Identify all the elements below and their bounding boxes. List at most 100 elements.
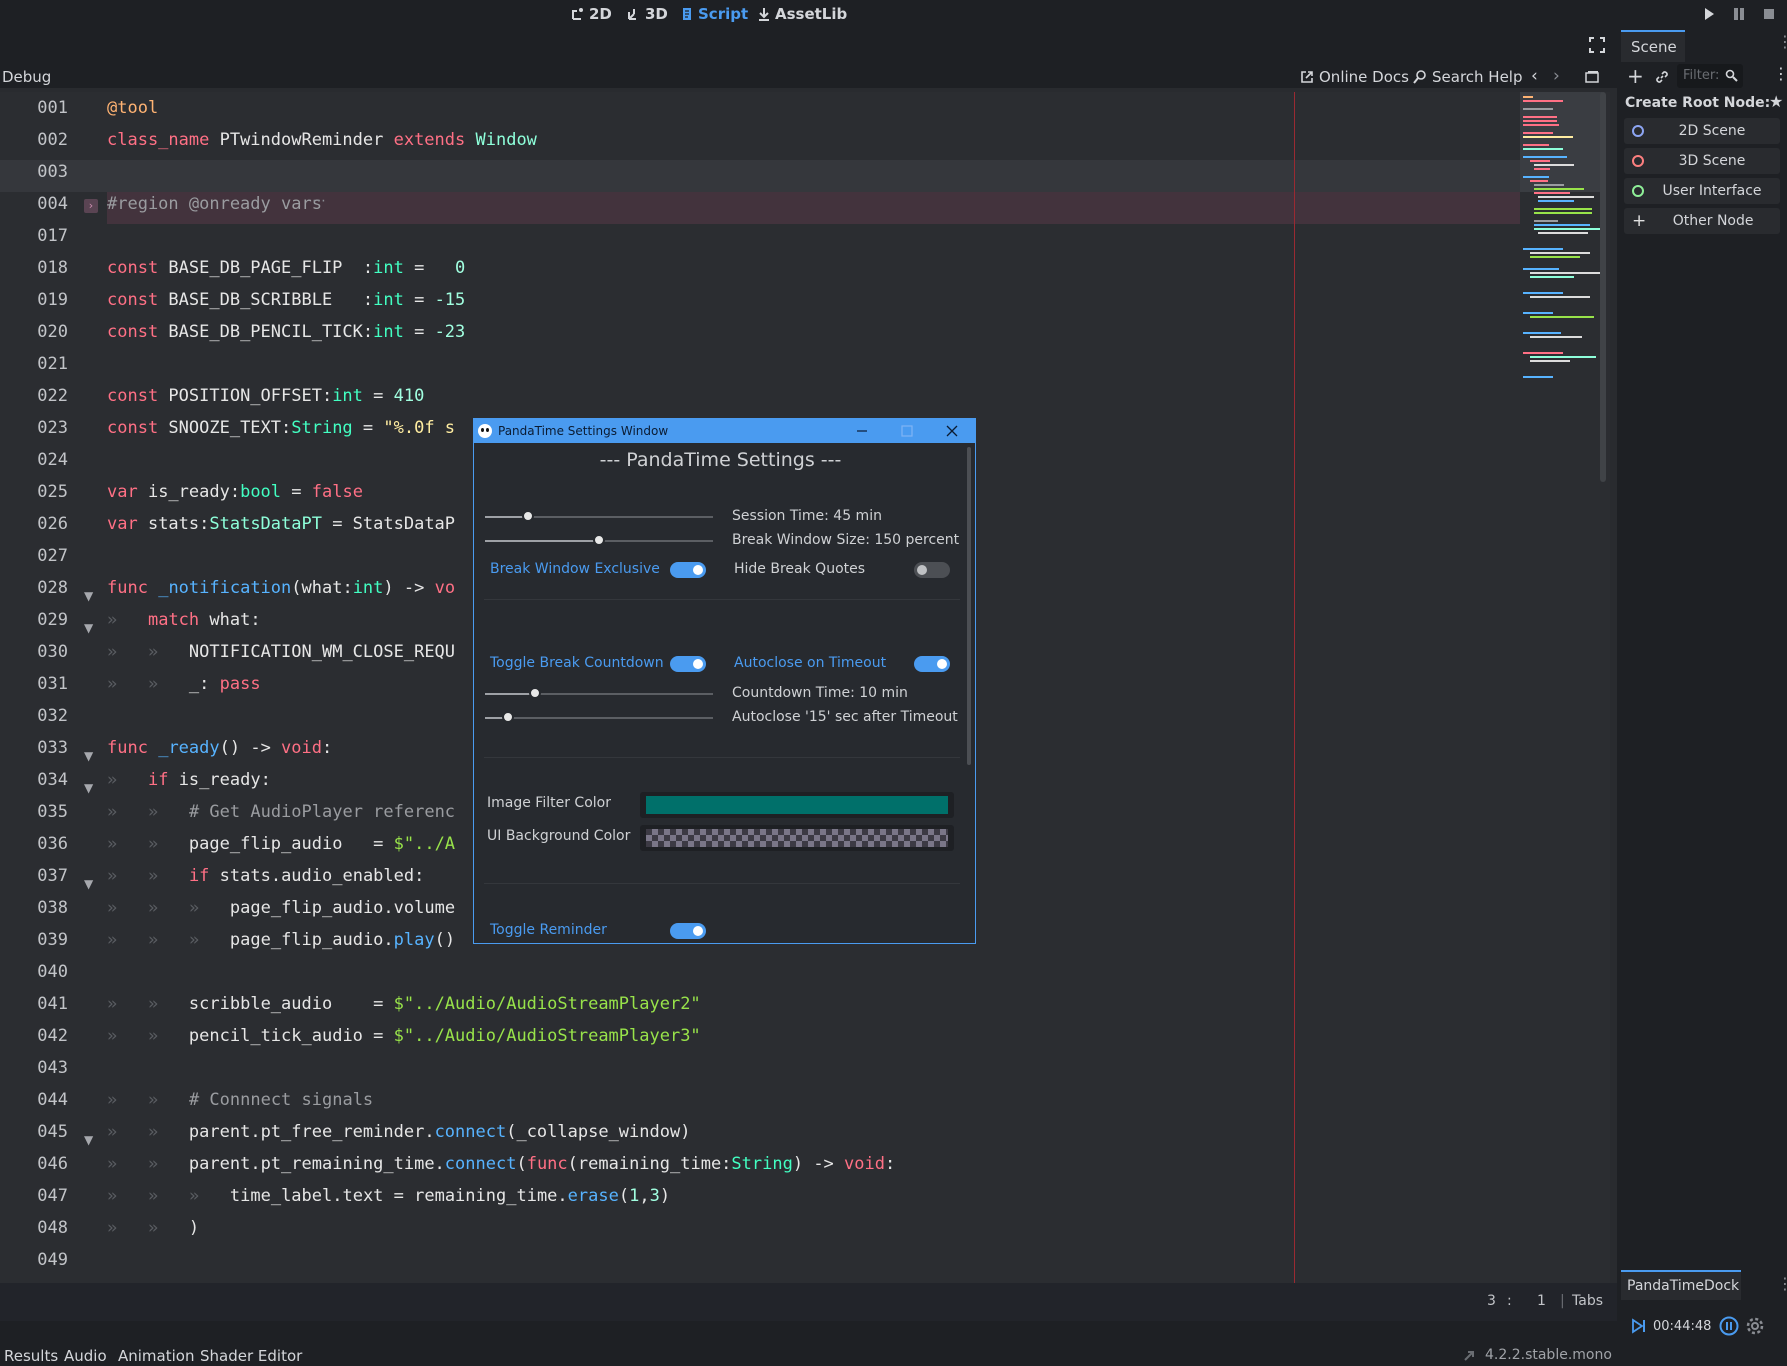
code-line[interactable]: func _notification(what:int) -> vo: [107, 572, 455, 604]
editor-scrollbar[interactable]: [1600, 92, 1606, 482]
code-line[interactable]: class_name PTwindowReminder extends Wind…: [107, 124, 537, 156]
code-line[interactable]: » » # Connnect signals: [107, 1084, 373, 1116]
code-line[interactable]: const BASE_DB_PAGE_FLIP :int = 0: [107, 252, 465, 284]
dock-menu-icon[interactable]: ⋮: [1777, 1274, 1787, 1293]
code-line[interactable]: » » » page_flip_audio.volume: [107, 892, 455, 924]
region-fold-icon[interactable]: ›: [84, 199, 98, 213]
code-line[interactable]: var is_ready:bool = false: [107, 476, 363, 508]
code-line[interactable]: » » if stats.audio_enabled:: [107, 860, 424, 892]
code-line[interactable]: const SNOOZE_TEXT:String = "%.0f s: [107, 412, 455, 444]
fold-arrow-icon[interactable]: ▼: [84, 1133, 93, 1147]
maximize-icon[interactable]: [901, 425, 913, 437]
help-search-icon: [1413, 70, 1426, 84]
scene-options-icon[interactable]: ⋮: [1773, 64, 1787, 83]
tab-3d[interactable]: 3D: [627, 4, 668, 24]
fullscreen-icon[interactable]: [1589, 37, 1605, 53]
play-icon[interactable]: [1702, 7, 1716, 21]
indent-mode[interactable]: Tabs: [1572, 1293, 1603, 1309]
code-line[interactable]: » » page_flip_audio = $"../A: [107, 828, 455, 860]
code-line[interactable]: » match what:: [107, 604, 261, 636]
fold-arrow-icon[interactable]: ▼: [84, 621, 93, 635]
gear-icon[interactable]: [1745, 1316, 1765, 1336]
pause-circle-icon[interactable]: [1719, 1316, 1739, 1336]
region-ellipsis-icon[interactable]: ⋯: [312, 193, 326, 209]
minimize-icon[interactable]: [856, 425, 868, 437]
stop-icon[interactable]: [1762, 7, 1776, 21]
code-line[interactable]: » » pencil_tick_audio = $"../Audio/Audio…: [107, 1020, 701, 1052]
code-line[interactable]: » » NOTIFICATION_WM_CLOSE_REQU: [107, 636, 455, 668]
code-line[interactable]: » » ): [107, 1212, 199, 1244]
line-number: 025: [37, 482, 68, 502]
line-number: 049: [37, 1250, 68, 1270]
debug-menu[interactable]: Debug: [2, 68, 51, 86]
code-line[interactable]: » » » page_flip_audio.play(): [107, 924, 455, 956]
ui-bg-color-picker[interactable]: [640, 825, 954, 851]
session-time-slider[interactable]: [485, 510, 713, 522]
link-icon[interactable]: [1655, 70, 1669, 84]
tab-audio[interactable]: Audio: [64, 1347, 107, 1365]
hide-quotes-toggle[interactable]: [914, 562, 950, 578]
settings-heading: --- PandaTime Settings ---: [599, 449, 842, 471]
pandatime-dock: PandaTimeDock ⋮ 00:44:48: [1617, 1270, 1787, 1366]
settings-window[interactable]: PandaTime Settings Window --- PandaTime …: [473, 418, 976, 944]
create-ui-button[interactable]: User Interface: [1624, 178, 1780, 204]
autoclose-toggle[interactable]: [914, 656, 950, 672]
chevron-right-icon[interactable]: ›: [1553, 66, 1560, 86]
scene-filter-input[interactable]: Filter:: [1677, 64, 1743, 88]
code-line[interactable]: func _ready() -> void:: [107, 732, 332, 764]
tab-pandatimedock[interactable]: PandaTimeDock: [1621, 1270, 1741, 1300]
tab-shader-editor[interactable]: Shader Editor: [200, 1347, 302, 1365]
break-exclusive-toggle[interactable]: [670, 562, 706, 578]
add-node-icon[interactable]: +: [1627, 64, 1644, 88]
code-line[interactable]: » » # Get AudioPlayer referenc: [107, 796, 455, 828]
autoclose-after-slider[interactable]: [485, 711, 713, 723]
code-line[interactable]: @tool: [107, 92, 158, 124]
tab-results[interactable]: Results: [4, 1347, 58, 1365]
fold-arrow-icon[interactable]: ▼: [84, 877, 93, 891]
code-line[interactable]: » » _: pass: [107, 668, 261, 700]
create-other-node-button[interactable]: + Other Node: [1624, 208, 1780, 234]
image-filter-color-picker[interactable]: [640, 792, 954, 818]
circle-blue-icon: [1632, 125, 1644, 137]
skip-icon[interactable]: [1631, 1318, 1647, 1334]
chevron-left-icon[interactable]: ‹: [1531, 66, 1538, 86]
close-icon[interactable]: [946, 425, 958, 437]
code-line[interactable]: » » parent.pt_free_reminder.connect(_col…: [107, 1116, 690, 1148]
plus-icon: +: [1632, 211, 1647, 231]
favorite-star-icon[interactable]: ★: [1769, 92, 1783, 111]
create-2d-scene-button[interactable]: 2D Scene: [1624, 118, 1780, 144]
window-scrollbar[interactable]: [967, 447, 971, 765]
break-size-slider[interactable]: [485, 534, 713, 546]
tab-scene[interactable]: Scene: [1621, 30, 1685, 62]
window-titlebar[interactable]: PandaTime Settings Window: [474, 419, 975, 443]
toggle-panel-icon[interactable]: [1585, 70, 1599, 84]
countdown-time-label: Countdown Time: 10 min: [732, 685, 908, 701]
dock-menu-icon[interactable]: ⋮: [1777, 32, 1787, 51]
code-line[interactable]: » if is_ready:: [107, 764, 271, 796]
search-help-button[interactable]: Search Help: [1413, 68, 1523, 86]
tab-2d[interactable]: 2D: [571, 4, 612, 24]
tab-animation[interactable]: Animation: [118, 1347, 194, 1365]
online-docs-button[interactable]: Online Docs: [1300, 68, 1409, 86]
code-line[interactable]: » » » time_label.text = remaining_time.e…: [107, 1180, 670, 1212]
code-line[interactable]: » » parent.pt_remaining_time.connect(fun…: [107, 1148, 895, 1180]
code-line[interactable]: const BASE_DB_SCRIBBLE :int = -15: [107, 284, 465, 316]
pause-icon[interactable]: [1732, 7, 1746, 21]
toggle-reminder-toggle[interactable]: [670, 923, 706, 939]
tab-assetlib[interactable]: AssetLib: [757, 4, 847, 24]
code-line[interactable]: const BASE_DB_PENCIL_TICK:int = -23: [107, 316, 465, 348]
tab-script[interactable]: Script: [680, 4, 748, 24]
countdown-time-slider[interactable]: [485, 687, 713, 699]
download-icon: [759, 8, 769, 21]
fold-arrow-icon[interactable]: ▼: [84, 589, 93, 603]
color-swatch: [646, 796, 948, 814]
fold-arrow-icon[interactable]: ▼: [84, 781, 93, 795]
code-line[interactable]: var stats:StatsDataPT = StatsDataP: [107, 508, 455, 540]
code-line[interactable]: #region @onready vars: [107, 188, 322, 220]
toggle-countdown-toggle[interactable]: [670, 656, 706, 672]
fold-arrow-icon[interactable]: ▼: [84, 749, 93, 763]
code-minimap[interactable]: [1520, 92, 1602, 442]
code-line[interactable]: » » scribble_audio = $"../Audio/AudioStr…: [107, 988, 701, 1020]
create-3d-scene-button[interactable]: 3D Scene: [1624, 148, 1780, 174]
code-line[interactable]: const POSITION_OFFSET:int = 410: [107, 380, 424, 412]
